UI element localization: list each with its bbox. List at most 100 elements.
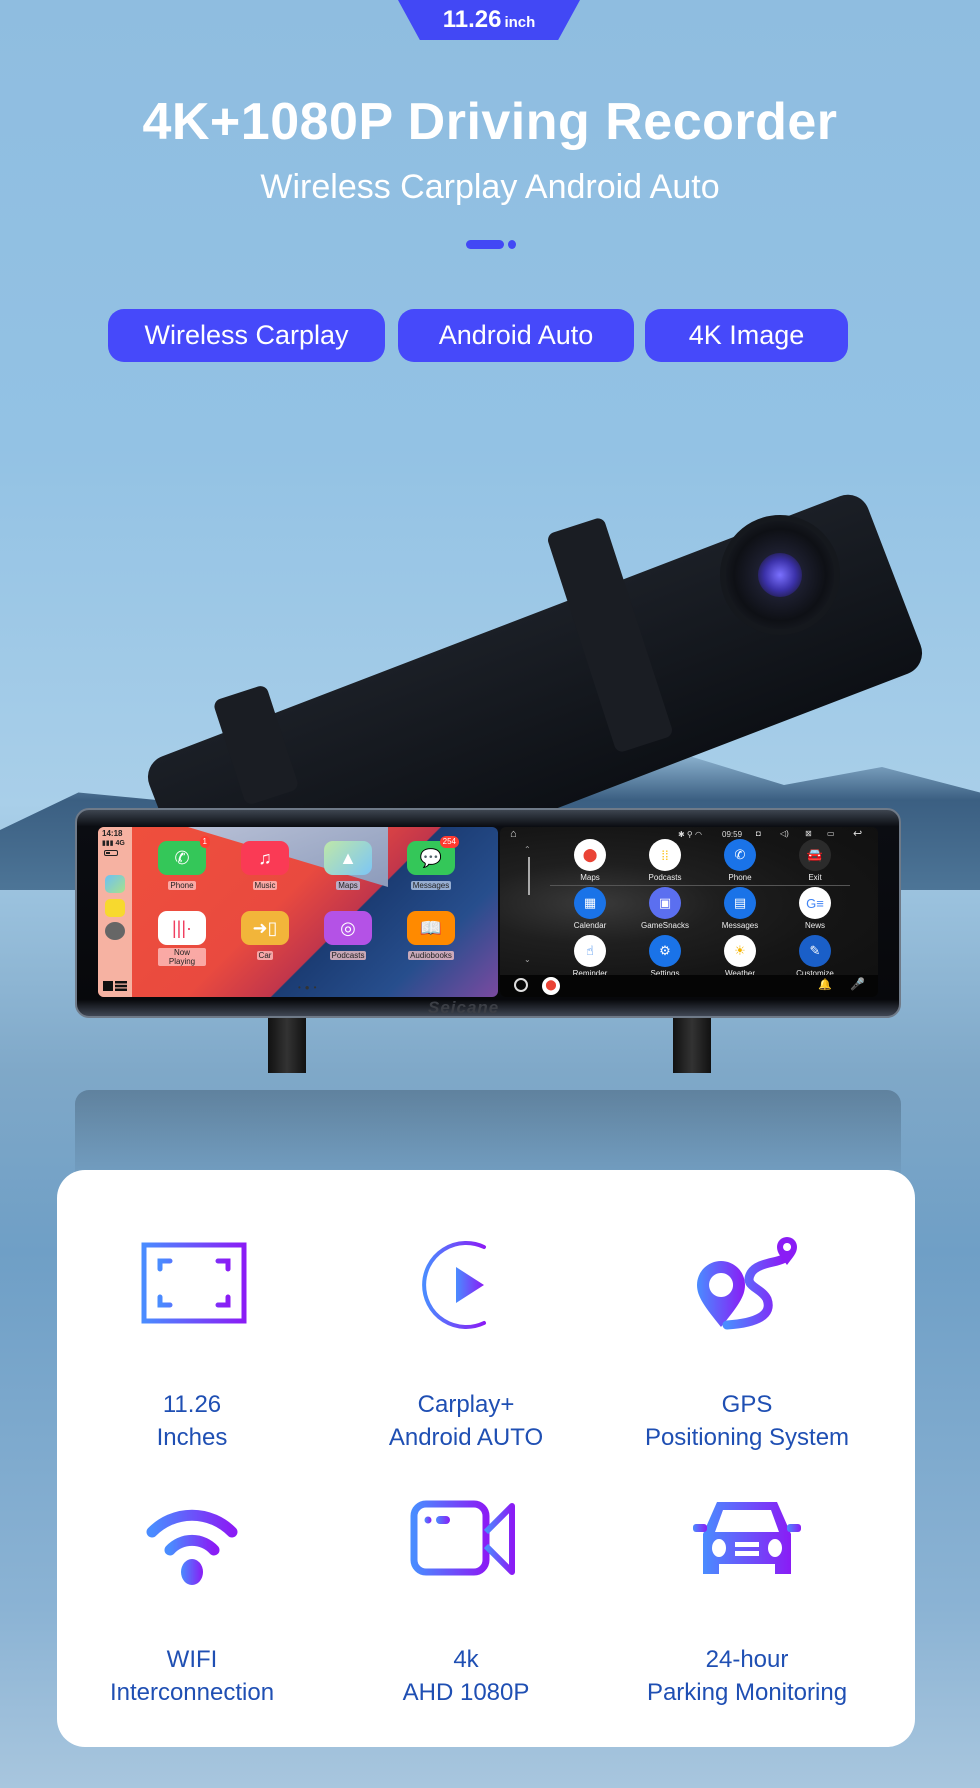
carplay-app-music[interactable]: ♫ Music — [241, 841, 289, 893]
aa-app-news[interactable]: G≡ News — [785, 887, 845, 930]
maps-icon: ▲ — [324, 841, 372, 875]
status-time: 14:18 — [102, 829, 123, 838]
podcasts-icon: ◎ — [324, 911, 372, 945]
music-icon: ♫ — [241, 841, 289, 875]
carplay-app-now-playing[interactable]: |||· Now Playing — [158, 911, 206, 969]
app-label: News — [804, 921, 825, 930]
notification-bell-icon[interactable]: 🔔 — [818, 978, 832, 991]
feature-4k-ahd: 4k AHD 1080P — [326, 1490, 606, 1709]
maps-icon: ⬤ — [574, 839, 606, 871]
app-label: Music — [252, 881, 278, 890]
aa-app-phone[interactable]: ✆ Phone — [710, 839, 770, 882]
messages-icon: ▤ — [724, 887, 756, 919]
play-icon — [422, 1241, 486, 1329]
settings-icon: ⚙ — [649, 935, 681, 967]
feature-line1: 4k — [453, 1646, 479, 1673]
gps-route-icon — [697, 1237, 797, 1330]
camera-icon[interactable]: ◘ — [756, 829, 761, 838]
feature-line1: 11.26 — [162, 1391, 222, 1418]
tag-wireless-carplay: Wireless Carplay — [108, 309, 385, 362]
launcher-icon[interactable] — [514, 978, 528, 992]
scroll-up-icon[interactable]: ⌃ — [524, 845, 531, 854]
scrollbar[interactable] — [528, 857, 530, 895]
device-leg-right — [673, 1018, 711, 1073]
sidebar-maps-icon[interactable] — [105, 875, 125, 893]
now-playing-icon: |||· — [158, 911, 206, 945]
screen-size-icon — [141, 1242, 247, 1324]
android-status-time: 09:59 — [722, 830, 743, 839]
tag-android-auto: Android Auto — [398, 309, 634, 362]
carplay-app-messages[interactable]: 💬 254 Messages — [407, 836, 459, 893]
android-auto-screen: ⌂ ✱ ⚲ ◠ 09:59 ◘ ◁) ⊠ ▭ ↩ ⌃ ⌄ ⬤ Maps ⁞⁞ Pod… — [500, 827, 878, 997]
close-icon[interactable]: ⊠ — [805, 829, 812, 838]
feature-line2: Interconnection — [109, 1679, 275, 1706]
aa-app-weather[interactable]: ☀ Weather — [710, 935, 770, 978]
nav-maps-icon[interactable]: ⬤ — [542, 977, 560, 995]
podcasts-icon: ⁞⁞ — [649, 839, 681, 871]
reminder-icon: ☝ — [574, 935, 606, 967]
android-nav-bar: ⬤ 🔔 🎤 — [500, 975, 878, 997]
app-label: GameSnacks — [640, 921, 690, 930]
aa-app-podcasts[interactable]: ⁞⁞ Podcasts — [635, 839, 695, 882]
decor-dot — [508, 240, 516, 249]
app-label: Calendar — [573, 921, 607, 930]
features-card: 11.26 Inches Carplay+ Android AUTO GPS P… — [57, 1170, 915, 1747]
carplay-screen: 14:18 ▮▮▮ 4G ✆ 1 Phone ♫ Music ▲ Maps 💬 25… — [98, 827, 498, 997]
app-label: Exit — [808, 873, 822, 882]
phone-icon: ✆ — [724, 839, 756, 871]
volume-icon[interactable]: ◁) — [780, 829, 789, 838]
carplay-sidebar: 14:18 ▮▮▮ 4G — [98, 827, 132, 997]
feature-gps: GPS Positioning System — [607, 1235, 887, 1454]
home-icon[interactable]: ⌂ — [510, 828, 517, 840]
feature-wifi: WIFI Interconnection — [52, 1490, 332, 1709]
network-type: 4G — [115, 840, 125, 847]
app-label: Messages — [410, 881, 452, 890]
back-icon[interactable]: ↩ — [853, 827, 862, 840]
app-label: Audiobooks — [408, 951, 454, 960]
badge-size: 11.26 — [442, 6, 502, 33]
carplay-app-phone[interactable]: ✆ 1 Phone — [158, 836, 210, 893]
status-signal: ▮▮▮ 4G — [102, 839, 125, 847]
aa-app-reminder[interactable]: ☝ Reminder — [560, 935, 620, 978]
notification-badge: 254 — [439, 836, 459, 848]
news-icon: G≡ — [799, 887, 831, 919]
car-icon — [693, 1502, 801, 1574]
feature-line2: Parking Monitoring — [646, 1679, 848, 1706]
page-title: 4K+1080P Driving Recorder — [142, 93, 838, 151]
app-label: Podcasts — [648, 873, 682, 882]
page-indicator[interactable]: •●• — [298, 983, 320, 992]
carplay-app-podcasts[interactable]: ◎ Podcasts — [324, 911, 372, 963]
app-label: Maps — [580, 873, 600, 882]
sidebar-music-app-icon[interactable] — [105, 899, 125, 917]
page-subtitle: Wireless Carplay Android Auto — [260, 168, 720, 206]
dashboard-toggle-icon[interactable] — [103, 981, 127, 991]
feature-parking-monitoring: 24-hour Parking Monitoring — [607, 1490, 887, 1709]
app-label: Podcasts — [329, 951, 367, 960]
window-icon[interactable]: ▭ — [827, 829, 835, 838]
scroll-down-icon[interactable]: ⌄ — [524, 955, 531, 964]
aa-app-messages[interactable]: ▤ Messages — [710, 887, 770, 930]
aa-app-customize[interactable]: ✎ Customize — [785, 935, 845, 978]
brand-logo: Seicane — [428, 998, 500, 1017]
feature-carplay-android: Carplay+ Android AUTO — [326, 1235, 606, 1454]
app-label: Maps — [336, 881, 360, 890]
status-icons: ✱ ⚲ ◠ — [678, 830, 702, 839]
notification-badge: 1 — [199, 836, 210, 848]
aa-app-exit[interactable]: 🚘 Exit — [785, 839, 845, 882]
aa-app-maps[interactable]: ⬤ Maps — [560, 839, 620, 882]
carplay-app-audiobooks[interactable]: 📖 Audiobooks — [407, 911, 455, 963]
carplay-app-maps[interactable]: ▲ Maps — [324, 841, 372, 893]
weather-icon: ☀ — [724, 935, 756, 967]
aa-app-settings[interactable]: ⚙ Settings — [635, 935, 695, 978]
messages-icon: 💬 254 — [407, 836, 459, 875]
aa-app-calendar[interactable]: ▦ Calendar — [560, 887, 620, 930]
pencil-icon: ✎ — [799, 935, 831, 967]
sidebar-siri-icon[interactable] — [105, 922, 125, 940]
feature-line1: WIFI — [166, 1646, 218, 1673]
decor-dash — [466, 240, 504, 249]
carplay-app-car[interactable]: ➜▯ Car — [241, 911, 289, 963]
signal-bars-icon: ▮▮▮ — [102, 840, 114, 847]
feature-line2: Inches — [156, 1424, 228, 1451]
aa-app-gamesnacks[interactable]: ▣ GameSnacks — [635, 887, 695, 930]
microphone-icon[interactable]: 🎤 — [850, 977, 865, 991]
